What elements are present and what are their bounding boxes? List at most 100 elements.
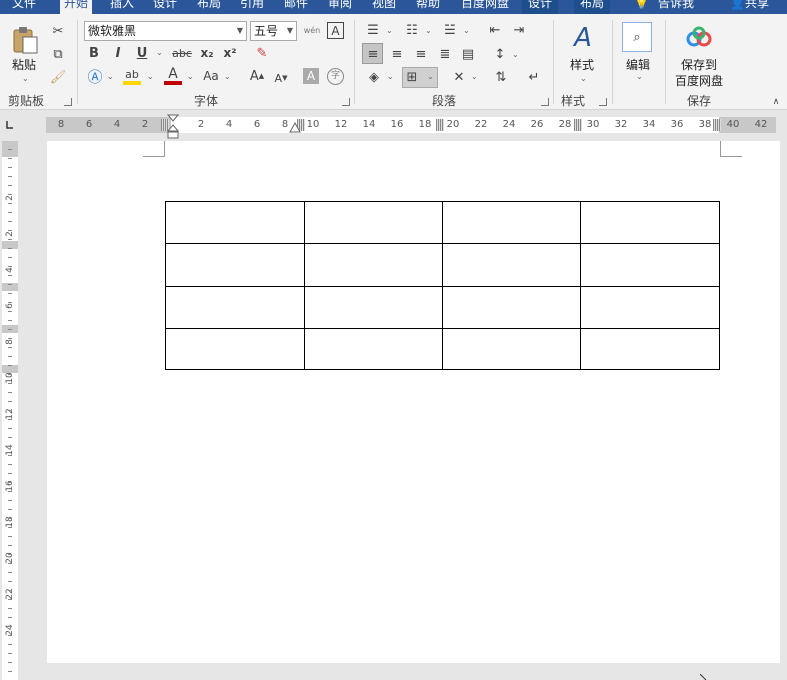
- tab-table-layout[interactable]: 布局: [574, 0, 611, 14]
- italic-button[interactable]: I: [110, 45, 126, 61]
- char-border-icon[interactable]: A: [327, 22, 344, 39]
- multilevel-dropdown-icon[interactable]: ⌄: [463, 26, 470, 35]
- baidu-cloud-icon[interactable]: [684, 24, 714, 50]
- font-color-dropdown-icon[interactable]: ⌄: [187, 72, 194, 81]
- change-case-dropdown-icon[interactable]: ⌄: [224, 72, 231, 81]
- tab-baidu-netdisk[interactable]: 百度网盘: [461, 0, 509, 14]
- font-size-combo[interactable]: 五号 ▼: [250, 21, 297, 41]
- tab-insert[interactable]: 插入: [110, 0, 134, 14]
- tab-design[interactable]: 设计: [153, 0, 177, 14]
- table-cell[interactable]: [580, 286, 720, 329]
- highlight-icon[interactable]: ab: [122, 66, 142, 82]
- numbering-icon[interactable]: ☷: [403, 22, 421, 38]
- line-spacing-dropdown-icon[interactable]: ⌄: [512, 50, 519, 59]
- char-shading-button[interactable]: A: [303, 68, 319, 84]
- tab-mailings[interactable]: 邮件: [284, 0, 308, 14]
- document-page[interactable]: [47, 141, 780, 663]
- indent-markers-icon[interactable]: [167, 114, 179, 142]
- table-cell[interactable]: [442, 328, 581, 370]
- format-painter-icon[interactable]: 🖌: [49, 68, 67, 86]
- save-to-label[interactable]: 保存到: [681, 56, 717, 73]
- distributed-icon[interactable]: ▤: [458, 44, 478, 64]
- styles-launcher-icon[interactable]: [599, 98, 607, 106]
- tab-file[interactable]: 文件: [12, 0, 36, 14]
- subscript-button[interactable]: x₂: [198, 45, 216, 61]
- tab-table-design[interactable]: 设计: [522, 0, 559, 14]
- column-marker[interactable]: [574, 119, 582, 131]
- superscript-button[interactable]: x²: [221, 45, 239, 61]
- grow-font-button[interactable]: A ▲: [248, 68, 266, 84]
- show-marks-icon[interactable]: ↵: [525, 68, 543, 86]
- multilevel-list-icon[interactable]: ☱: [441, 22, 459, 38]
- chinese-layout-icon[interactable]: ✕: [450, 68, 468, 86]
- tab-selector-icon[interactable]: [4, 119, 14, 129]
- table-cell[interactable]: [165, 243, 305, 287]
- search-icon[interactable]: ⌕: [622, 22, 652, 52]
- table-cell[interactable]: [580, 243, 720, 287]
- highlight-dropdown-icon[interactable]: ⌄: [147, 72, 154, 81]
- table-cell[interactable]: [304, 328, 443, 370]
- underline-button[interactable]: U: [134, 45, 150, 61]
- document-table[interactable]: [165, 201, 720, 370]
- align-right-icon[interactable]: ≡: [411, 44, 431, 64]
- shading-icon[interactable]: ◈: [364, 68, 384, 86]
- right-indent-icon[interactable]: [289, 122, 301, 134]
- shrink-font-button[interactable]: A ▼: [272, 70, 290, 86]
- cut-icon[interactable]: ✂: [49, 22, 67, 40]
- table-cell[interactable]: [580, 201, 720, 244]
- table-cell[interactable]: [442, 286, 581, 329]
- bullets-icon[interactable]: ☰: [364, 22, 382, 38]
- decrease-indent-icon[interactable]: ⇤: [486, 22, 504, 38]
- tell-me-box[interactable]: 告诉我: [658, 0, 694, 14]
- table-cell[interactable]: [304, 243, 443, 287]
- paste-dropdown-icon[interactable]: ⌄: [22, 74, 29, 83]
- table-cell[interactable]: [442, 243, 581, 287]
- editing-button-label[interactable]: 编辑: [626, 56, 650, 73]
- line-spacing-icon[interactable]: ↕: [490, 44, 510, 64]
- baidu-netdisk-label[interactable]: 百度网盘: [675, 72, 723, 89]
- borders-dropdown-icon[interactable]: ⌄: [427, 72, 434, 81]
- table-cell[interactable]: [165, 201, 305, 244]
- tab-references[interactable]: 引用: [240, 0, 264, 14]
- tab-review[interactable]: 审阅: [328, 0, 352, 14]
- chinese-layout-dropdown-icon[interactable]: ⌄: [471, 72, 478, 81]
- table-cell[interactable]: [304, 286, 443, 329]
- column-marker[interactable]: [713, 119, 721, 131]
- justify-icon[interactable]: ≣: [435, 44, 455, 64]
- shading-dropdown-icon[interactable]: ⌄: [387, 72, 394, 81]
- change-case-button[interactable]: Aa: [201, 68, 221, 84]
- bullets-dropdown-icon[interactable]: ⌄: [386, 26, 393, 35]
- table-cell[interactable]: [442, 201, 581, 244]
- table-cell[interactable]: [580, 328, 720, 370]
- column-marker[interactable]: [436, 119, 444, 131]
- editing-dropdown-icon[interactable]: ⌄: [636, 72, 643, 81]
- vertical-ruler[interactable]: 2 2 4 6 8 10 12 14 16 18 20 22 24: [2, 141, 18, 680]
- align-center-icon[interactable]: ≡: [387, 44, 407, 64]
- numbering-dropdown-icon[interactable]: ⌄: [425, 26, 432, 35]
- font-name-combo[interactable]: 微软雅黑 ▼: [84, 21, 247, 41]
- clear-formatting-icon[interactable]: ✎: [253, 44, 271, 62]
- tab-layout[interactable]: 布局: [197, 0, 221, 14]
- tab-home[interactable]: 开始: [60, 0, 93, 14]
- paragraph-launcher-icon[interactable]: [541, 98, 549, 106]
- horizontal-ruler[interactable]: 8 6 4 2 2 4 6 8 10 12 14 16 18 20 22 24 26 28 30 32 34 36 38 40…: [46, 114, 776, 139]
- lightbulb-icon[interactable]: 💡: [634, 0, 649, 14]
- enclose-characters-button[interactable]: 字: [327, 68, 344, 85]
- tab-help[interactable]: 帮助: [416, 0, 440, 14]
- tab-view[interactable]: 视图: [372, 0, 396, 14]
- paste-button[interactable]: [10, 24, 40, 56]
- sort-icon[interactable]: ⇅: [492, 68, 510, 86]
- table-cell[interactable]: [165, 328, 305, 370]
- table-cell[interactable]: [165, 286, 305, 329]
- bold-button[interactable]: B: [86, 45, 102, 61]
- strikethrough-button[interactable]: abc: [170, 45, 194, 61]
- text-effects-dropdown-icon[interactable]: ⌄: [107, 72, 114, 81]
- clipboard-launcher-icon[interactable]: [64, 98, 72, 106]
- copy-icon[interactable]: ⧉: [49, 45, 67, 63]
- phonetic-guide-icon[interactable]: wén: [302, 22, 322, 40]
- font-launcher-icon[interactable]: [342, 98, 350, 106]
- styles-button-label[interactable]: 样式: [570, 56, 594, 73]
- styles-dropdown-icon[interactable]: ⌄: [580, 74, 587, 83]
- styles-icon[interactable]: A: [568, 22, 598, 54]
- table-cell[interactable]: [304, 201, 443, 244]
